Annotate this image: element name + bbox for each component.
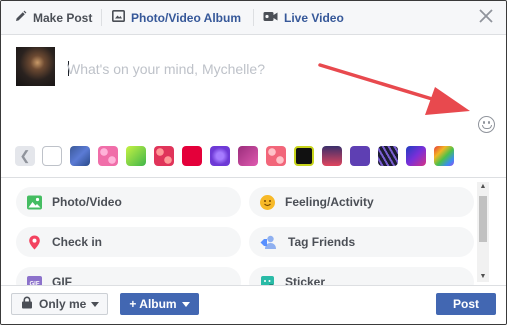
tag-friends-button[interactable]: Tag Friends xyxy=(249,227,474,257)
gif-button[interactable]: GIF GIF xyxy=(16,267,241,285)
background-swatch-blue-pattern[interactable] xyxy=(70,146,90,166)
sticker-label: Sticker xyxy=(285,275,326,285)
close-icon[interactable] xyxy=(477,8,495,26)
scroll-down-arrow[interactable]: ▼ xyxy=(477,272,489,282)
sticker-button[interactable]: Sticker xyxy=(249,267,474,285)
background-swatch-purple-pattern[interactable] xyxy=(210,146,230,166)
chevron-down-icon xyxy=(91,302,100,307)
smiley-mouth xyxy=(482,125,492,129)
tab-live-video-label: Live Video xyxy=(284,10,344,25)
add-album-button[interactable]: + Album xyxy=(120,293,199,315)
composer-header: Make Post Photo/Video Album Live Video xyxy=(1,1,506,35)
post-options-panel: Photo/Video Feeling/Activity Check in Ta… xyxy=(1,177,506,285)
check-in-label: Check in xyxy=(52,235,103,249)
scroll-up-arrow[interactable]: ▲ xyxy=(477,182,489,192)
tab-make-post[interactable]: Make Post xyxy=(14,1,92,34)
background-swatch-dusk-gradient[interactable] xyxy=(322,146,342,166)
photo-album-icon xyxy=(112,10,125,25)
background-swatch-green-gradient[interactable] xyxy=(126,146,146,166)
check-in-button[interactable]: Check in xyxy=(16,227,241,257)
lock-icon xyxy=(21,296,33,312)
smiley-eye xyxy=(483,121,485,124)
avatar xyxy=(16,47,55,86)
background-swatch-dark-stripes[interactable] xyxy=(378,146,398,166)
background-swatch-violet[interactable] xyxy=(350,146,370,166)
post-composer-dialog: Make Post Photo/Video Album Live Video ❮ xyxy=(0,0,507,325)
smiley-eye xyxy=(488,121,490,124)
composer-footer: Only me + Album Post xyxy=(1,285,506,324)
pencil-icon xyxy=(14,10,27,26)
feeling-emoji-icon xyxy=(260,194,275,210)
background-swatch-blue-wave[interactable] xyxy=(406,146,426,166)
privacy-selector[interactable]: Only me xyxy=(11,293,108,315)
background-swatch-pink-dots[interactable] xyxy=(98,146,118,166)
tab-photo-video-album-label: Photo/Video Album xyxy=(131,10,241,25)
feeling-activity-button[interactable]: Feeling/Activity xyxy=(249,187,474,217)
smiley-icon[interactable] xyxy=(478,116,495,133)
gif-label: GIF xyxy=(52,275,72,285)
background-swatch-red[interactable] xyxy=(182,146,202,166)
photo-icon xyxy=(27,195,42,210)
header-divider xyxy=(253,9,254,26)
header-divider xyxy=(101,9,102,26)
post-button-label: Post xyxy=(452,297,479,311)
post-text-input[interactable] xyxy=(67,59,437,79)
chevron-down-icon xyxy=(181,302,190,307)
feeling-activity-label: Feeling/Activity xyxy=(285,195,374,209)
background-swatch-magenta-heart[interactable] xyxy=(238,146,258,166)
location-pin-icon xyxy=(27,235,42,250)
tab-make-post-label: Make Post xyxy=(33,10,93,25)
tab-live-video[interactable]: Live Video xyxy=(263,1,344,34)
chevron-left-icon[interactable]: ❮ xyxy=(15,146,35,166)
background-swatch-red-pattern[interactable] xyxy=(154,146,174,166)
background-swatch-black-neon[interactable] xyxy=(294,146,314,166)
gif-icon: GIF xyxy=(27,275,42,285)
post-button[interactable]: Post xyxy=(436,293,496,315)
add-album-label: + Album xyxy=(129,297,177,311)
options-scrollbar[interactable]: ▲ ▼ xyxy=(477,182,489,282)
background-swatch-coral-pattern[interactable] xyxy=(266,146,286,166)
photo-video-label: Photo/Video xyxy=(52,195,122,209)
photo-video-button[interactable]: Photo/Video xyxy=(16,187,241,217)
sticker-icon xyxy=(260,275,275,285)
tag-friends-icon xyxy=(260,235,278,250)
scroll-thumb[interactable] xyxy=(479,196,487,242)
background-swatch-white[interactable] xyxy=(42,146,62,166)
video-camera-icon xyxy=(263,11,278,25)
privacy-label: Only me xyxy=(39,297,87,311)
tab-photo-video-album[interactable]: Photo/Video Album xyxy=(112,1,241,34)
tag-friends-label: Tag Friends xyxy=(288,235,356,249)
background-swatch-rainbow[interactable] xyxy=(434,146,454,166)
